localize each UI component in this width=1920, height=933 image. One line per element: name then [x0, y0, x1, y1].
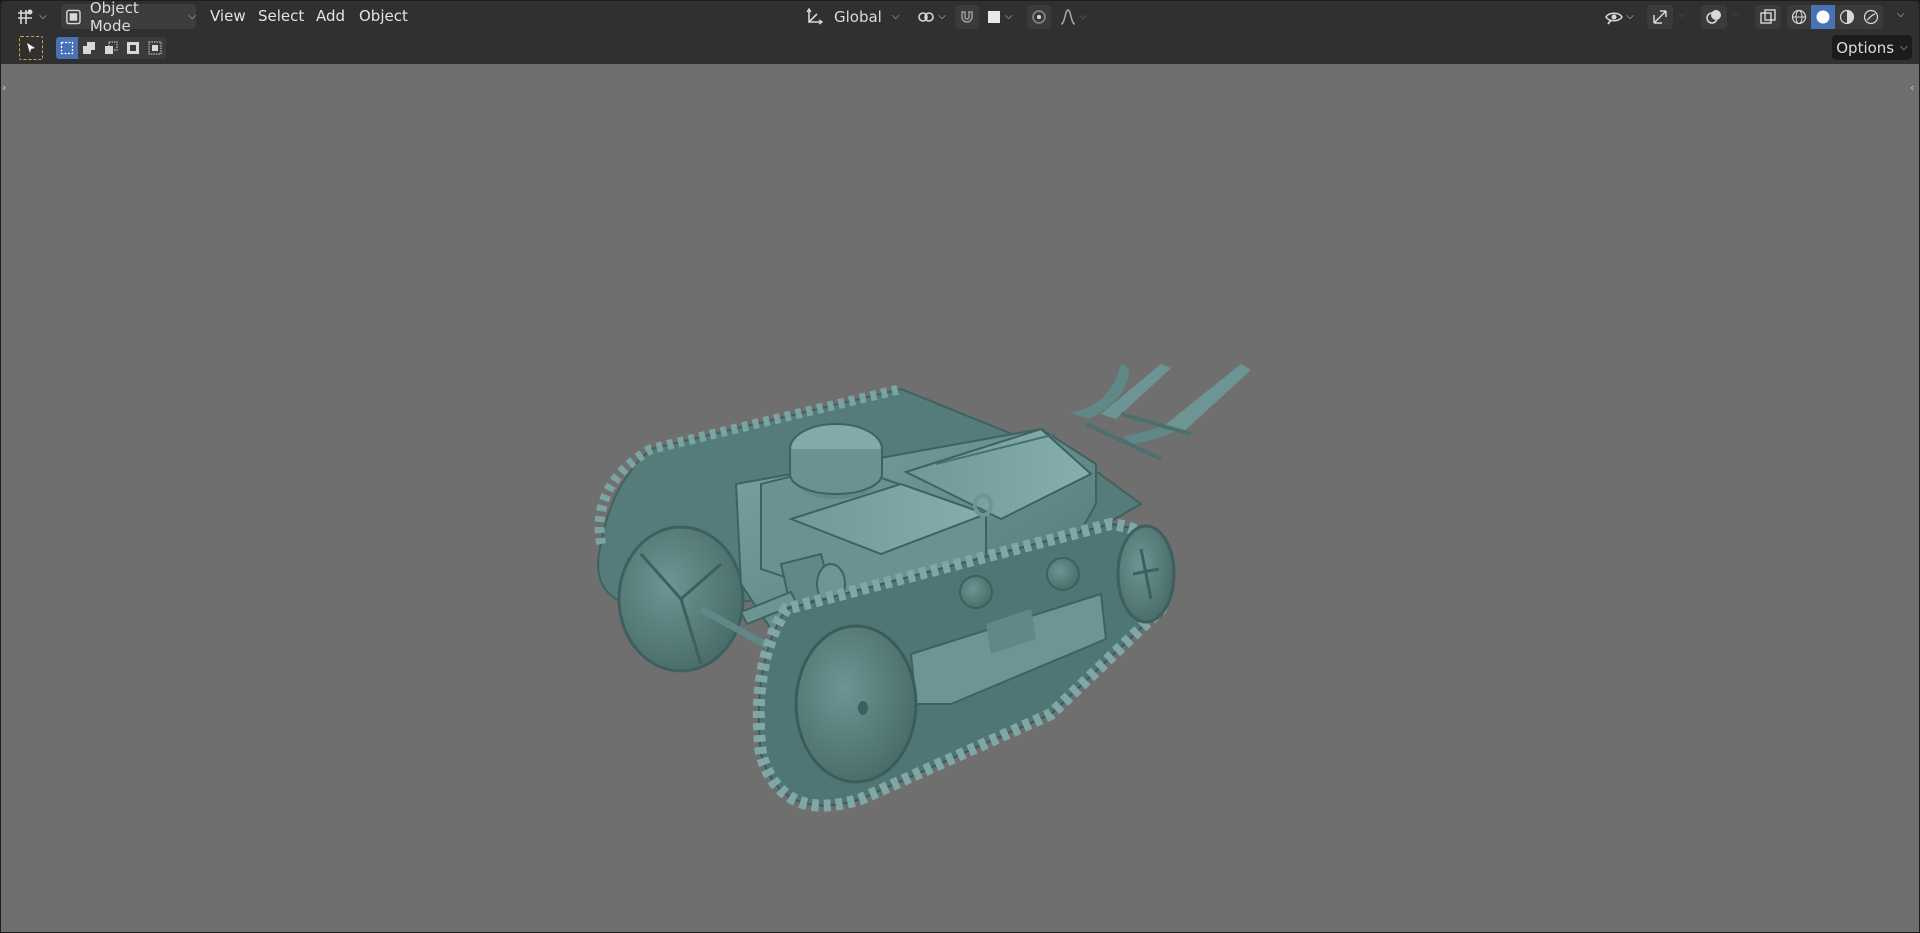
shading-rendered[interactable]: [1859, 5, 1883, 29]
options-label: Options: [1836, 38, 1895, 57]
snap-square-icon: [987, 10, 1000, 23]
gizmo-icon: [1653, 10, 1667, 24]
orientation-icon: [806, 7, 824, 25]
active-tool-button[interactable]: [19, 36, 43, 60]
tank-model[interactable]: [1, 64, 1919, 932]
move-tool-icon: [18, 9, 33, 24]
overlay-icon: [1706, 10, 1721, 24]
chevron-down-icon: ⌵: [1626, 11, 1634, 22]
menu-select[interactable]: Select: [258, 7, 304, 25]
object-mode-icon: [66, 9, 81, 24]
shading-material-preview[interactable]: [1835, 5, 1859, 29]
falloff-curve-icon: [1060, 8, 1076, 25]
chevron-down-icon: ⌵: [891, 11, 900, 22]
selectability-visibility-dropdown[interactable]: ⌵: [1599, 4, 1639, 29]
select-mode-intersect[interactable]: [144, 37, 166, 59]
selection-mode-group: [56, 37, 166, 59]
object-mode-dropdown[interactable]: Object Mode ⌵: [61, 0, 196, 35]
chevron-down-icon: ⌵: [39, 11, 47, 22]
chevron-down-icon[interactable]: ⌵: [1897, 9, 1905, 20]
shading-mode-group: [1787, 5, 1883, 29]
chevron-down-icon[interactable]: ⌵: [1678, 9, 1686, 20]
shading-wireframe[interactable]: [1787, 5, 1811, 29]
orientation-label: Global: [834, 7, 882, 26]
menu-view[interactable]: View: [210, 7, 246, 25]
proportional-editing-toggle[interactable]: [1027, 5, 1051, 29]
transform-orientation-dropdown[interactable]: Global ⌵: [804, 4, 904, 29]
chevron-down-icon[interactable]: ⌵: [1732, 9, 1740, 20]
magnet-icon: [961, 11, 973, 23]
viewport-header: ⌵ Object Mode ⌵ View Select Add Object G…: [1, 0, 1919, 35]
snap-toggle[interactable]: [955, 5, 979, 29]
material-preview-icon: [1839, 9, 1855, 25]
eye-icon: [1605, 12, 1624, 25]
proportional-editing-icon: [1032, 10, 1046, 24]
menu-object[interactable]: Object: [359, 7, 408, 25]
invert-selection-icon: [127, 42, 139, 54]
tool-settings-bar: Options ⌵: [1, 31, 1919, 65]
options-dropdown[interactable]: Options ⌵: [1832, 35, 1912, 60]
3d-viewport[interactable]: › ‹: [1, 64, 1919, 932]
chevron-down-icon: ⌵: [1004, 11, 1013, 22]
select-mode-invert[interactable]: [122, 37, 144, 59]
subtract-selection-icon: [105, 41, 118, 54]
proportional-falloff-dropdown[interactable]: ⌵: [1055, 4, 1091, 29]
rendered-icon: [1863, 9, 1879, 25]
snap-target-dropdown[interactable]: ⌵: [981, 4, 1017, 29]
chevron-down-icon: ⌵: [188, 11, 196, 22]
extend-selection-icon: [83, 42, 95, 54]
pivot-point-icon: [918, 11, 935, 22]
xray-icon: [1760, 9, 1776, 24]
select-mode-subtract[interactable]: [100, 37, 122, 59]
chevron-down-icon: ⌵: [1900, 42, 1908, 53]
solid-icon: [1816, 10, 1830, 24]
set-new-selection-icon: [60, 41, 74, 55]
chevron-down-icon: ⌵: [938, 11, 946, 22]
gizmo-toggle[interactable]: [1647, 5, 1673, 29]
overlays-toggle[interactable]: [1701, 5, 1727, 29]
chevron-down-icon: ⌵: [1079, 11, 1087, 22]
wireframe-icon: [1791, 9, 1807, 25]
select-mode-extend[interactable]: [78, 37, 100, 59]
select-mode-new[interactable]: [56, 37, 78, 59]
mode-label: Object Mode: [89, 0, 139, 35]
intersect-selection-icon: [148, 41, 162, 55]
pivot-point-dropdown[interactable]: ⌵: [913, 4, 949, 29]
shading-solid[interactable]: [1811, 5, 1835, 29]
menu-add[interactable]: Add: [316, 7, 345, 25]
select-box-cursor-icon: [27, 43, 35, 53]
xray-toggle[interactable]: [1755, 5, 1781, 29]
editor-type-button[interactable]: ⌵: [11, 4, 51, 29]
